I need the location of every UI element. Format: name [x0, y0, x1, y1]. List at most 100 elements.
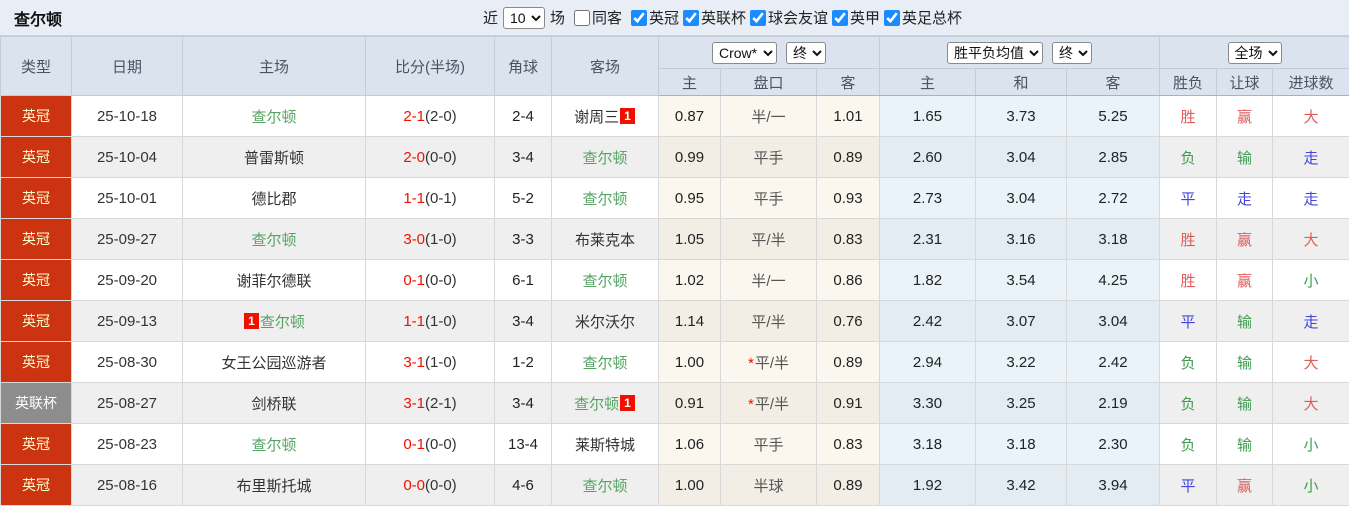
- halftime-score: (1-0): [425, 313, 457, 330]
- league-badge: 英冠: [1, 137, 72, 178]
- away-team-name: 莱斯特城: [575, 437, 635, 454]
- card-badge: 1: [244, 313, 259, 329]
- league-badge: 英冠: [1, 301, 72, 342]
- avg-time-select[interactable]: 终: [1052, 42, 1092, 64]
- odds-handicap: 平手: [721, 137, 817, 178]
- league-badge: 英冠: [1, 342, 72, 383]
- avg-home: 3.30: [880, 383, 976, 424]
- fulltime-score: 2-0: [403, 149, 425, 166]
- away-team: 查尔顿1: [552, 383, 659, 424]
- fulltime-score: 0-1: [403, 436, 425, 453]
- avg-mode-select[interactable]: 胜平负均值: [947, 42, 1043, 64]
- avg-draw: 3.07: [976, 301, 1067, 342]
- league-badge: 英冠: [1, 424, 72, 465]
- match-date: 25-09-20: [72, 260, 183, 301]
- odds-away: 0.93: [817, 178, 880, 219]
- odds-handicap: *平/半: [721, 383, 817, 424]
- away-team-name: 查尔顿: [582, 191, 627, 208]
- league-checkbox[interactable]: [631, 10, 647, 26]
- corners: 13-4: [495, 424, 552, 465]
- odds-handicap: 半球: [721, 465, 817, 506]
- avg-home: 2.60: [880, 137, 976, 178]
- corners: 3-3: [495, 219, 552, 260]
- result-outcome: 胜: [1160, 96, 1217, 137]
- away-team-name: 查尔顿: [582, 478, 627, 495]
- away-team: 米尔沃尔: [552, 301, 659, 342]
- handicap-star: *: [748, 396, 754, 413]
- subcol-result-handicap: 让球: [1217, 69, 1273, 96]
- score: 3-0(1-0): [366, 219, 495, 260]
- result-outcome: 胜: [1160, 219, 1217, 260]
- avg-odds-group: 胜平负均值 终: [880, 37, 1160, 69]
- away-team-name: 布莱克本: [575, 232, 635, 249]
- home-team: 布里斯托城: [183, 465, 366, 506]
- match-row: 英冠25-10-18查尔顿2-1(2-0)2-4谢周三10.87半/一1.011…: [1, 96, 1349, 137]
- result-outcome: 负: [1160, 342, 1217, 383]
- match-row: 英冠25-09-20谢菲尔德联0-1(0-0)6-1查尔顿1.02半/一0.86…: [1, 260, 1349, 301]
- subcol-result-goals: 进球数: [1273, 69, 1349, 96]
- league-filter-group: 英冠英联杯球会友谊英甲英足总杯: [627, 7, 962, 28]
- filter-controls: 近 10 场 同客 英冠英联杯球会友谊英甲英足总杯: [387, 7, 962, 29]
- result-outcome: 负: [1160, 383, 1217, 424]
- match-date: 25-09-27: [72, 219, 183, 260]
- col-header-score: 比分(半场): [366, 37, 495, 96]
- odds-company-group: Crow* 终: [659, 37, 880, 69]
- recent-count-select[interactable]: 10: [503, 7, 545, 29]
- league-badge: 英冠: [1, 260, 72, 301]
- league-checkbox[interactable]: [750, 10, 766, 26]
- fulltime-score: 3-0: [403, 231, 425, 248]
- result-handicap: 赢: [1217, 260, 1273, 301]
- score: 1-1(0-1): [366, 178, 495, 219]
- league-badge: 英联杯: [1, 383, 72, 424]
- home-team: 德比郡: [183, 178, 366, 219]
- home-team-name: 女王公园巡游者: [221, 355, 326, 372]
- result-goals: 大: [1273, 96, 1349, 137]
- odds-away: 0.76: [817, 301, 880, 342]
- odds-home: 0.87: [659, 96, 721, 137]
- odds-home: 1.00: [659, 342, 721, 383]
- match-row: 英冠25-08-30女王公园巡游者3-1(1-0)1-2查尔顿1.00*平/半0…: [1, 342, 1349, 383]
- result-outcome: 负: [1160, 137, 1217, 178]
- home-team: 普雷斯顿: [183, 137, 366, 178]
- avg-draw: 3.73: [976, 96, 1067, 137]
- away-team-name: 米尔沃尔: [575, 314, 635, 331]
- league-checkbox[interactable]: [832, 10, 848, 26]
- odds-handicap: *平/半: [721, 342, 817, 383]
- odds-away: 0.83: [817, 219, 880, 260]
- avg-home: 1.82: [880, 260, 976, 301]
- home-team-name: 普雷斯顿: [244, 150, 304, 167]
- same-venue-checkbox[interactable]: [574, 10, 590, 26]
- scope-select[interactable]: 全场: [1228, 42, 1282, 64]
- avg-away: 3.04: [1067, 301, 1160, 342]
- avg-home: 2.31: [880, 219, 976, 260]
- avg-draw: 3.18: [976, 424, 1067, 465]
- avg-home: 2.73: [880, 178, 976, 219]
- fulltime-score: 0-0: [403, 477, 425, 494]
- odds-home: 1.05: [659, 219, 721, 260]
- result-handicap: 赢: [1217, 465, 1273, 506]
- card-badge: 1: [620, 108, 635, 124]
- halftime-score: (0-0): [425, 149, 457, 166]
- avg-home: 1.65: [880, 96, 976, 137]
- odds-away: 0.83: [817, 424, 880, 465]
- col-header-home: 主场: [183, 37, 366, 96]
- away-team-name: 谢周三: [574, 109, 619, 126]
- away-team: 莱斯特城: [552, 424, 659, 465]
- league-checkbox[interactable]: [884, 10, 900, 26]
- match-row: 英冠25-09-27查尔顿3-0(1-0)3-3布莱克本1.05平/半0.832…: [1, 219, 1349, 260]
- odds-company-select[interactable]: Crow*: [712, 42, 777, 64]
- odds-time-select[interactable]: 终: [786, 42, 826, 64]
- col-header-corners: 角球: [495, 37, 552, 96]
- corners: 3-4: [495, 137, 552, 178]
- home-team: 查尔顿: [183, 96, 366, 137]
- home-team: 谢菲尔德联: [183, 260, 366, 301]
- avg-draw: 3.16: [976, 219, 1067, 260]
- match-date: 25-10-01: [72, 178, 183, 219]
- odds-handicap: 半/一: [721, 96, 817, 137]
- match-row: 英冠25-08-16布里斯托城0-0(0-0)4-6查尔顿1.00半球0.891…: [1, 465, 1349, 506]
- subcol-odds-home: 主: [659, 69, 721, 96]
- match-rows: 英冠25-10-18查尔顿2-1(2-0)2-4谢周三10.87半/一1.011…: [1, 96, 1349, 506]
- home-team-name: 查尔顿: [251, 109, 296, 126]
- league-filter-label: 英足总杯: [902, 7, 962, 28]
- league-checkbox[interactable]: [683, 10, 699, 26]
